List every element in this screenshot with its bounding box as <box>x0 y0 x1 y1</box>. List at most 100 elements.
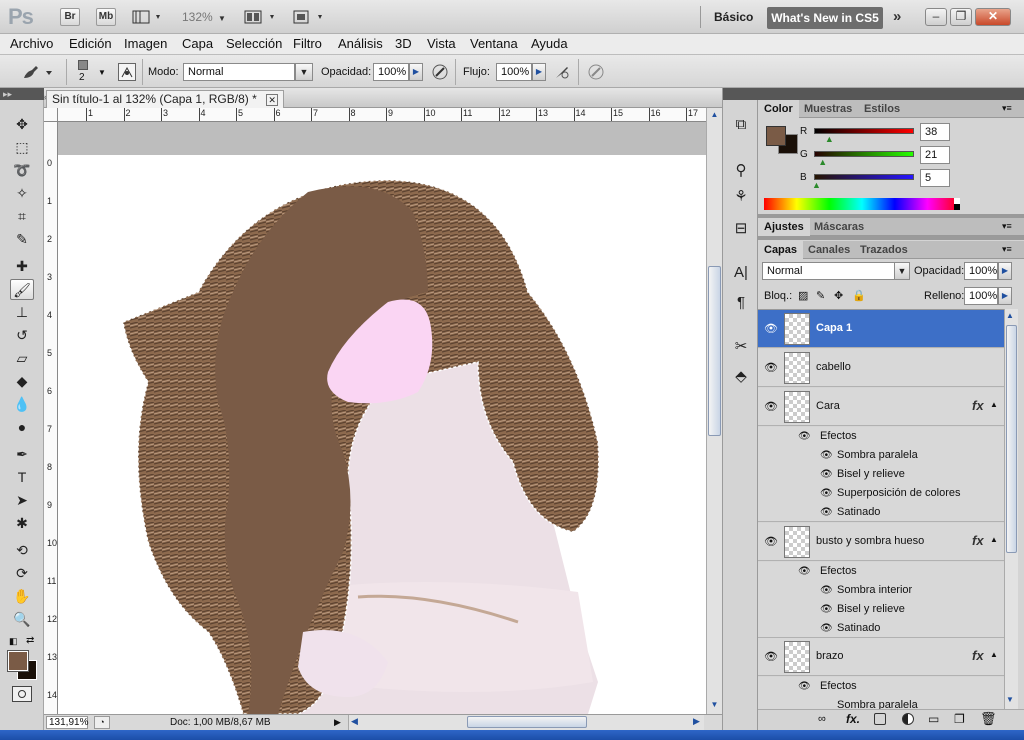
layer-row[interactable]: 👁 Cara fx ▲ <box>758 388 1004 426</box>
new-adjustment-layer-icon[interactable] <box>902 713 914 725</box>
visibility-eye-icon[interactable]: 👁 <box>820 484 833 503</box>
pressure-opacity-button[interactable] <box>431 63 449 81</box>
tab-layers[interactable]: Capas <box>758 241 804 259</box>
tool-preset-picker[interactable] <box>20 63 56 81</box>
horizontal-scrollbar[interactable]: ◀ ▶ <box>348 715 704 730</box>
status-menu-icon[interactable]: ◔ <box>94 716 110 729</box>
eraser-tool-icon[interactable]: ▱ <box>10 348 34 369</box>
layer-row[interactable]: 👁 Capa 1 <box>758 310 1004 348</box>
more-workspaces-icon[interactable]: » <box>893 8 901 25</box>
layer-effects-icon[interactable]: fx <box>972 398 984 413</box>
layers-scroll-thumb[interactable] <box>1006 325 1017 553</box>
shape-tool-icon[interactable]: ✱ <box>10 513 34 534</box>
effects-row[interactable]: 👁 Efectos <box>758 677 1004 696</box>
effect-row[interactable]: 👁 Sombra interior <box>758 581 1004 600</box>
visibility-eye-icon[interactable]: 👁 <box>820 465 833 484</box>
marquee-tool-icon[interactable]: ⬚ <box>10 137 34 158</box>
visibility-eye-icon[interactable]: 👁 <box>764 535 778 548</box>
history-panel-icon[interactable]: ⧉ <box>729 114 753 136</box>
document-tab[interactable]: Sin título-1 al 132% (Capa 1, RGB/8) * ✕ <box>46 90 285 108</box>
layer-effects-icon[interactable]: fx <box>972 533 984 548</box>
menu-edicion[interactable]: Edición <box>69 36 112 51</box>
menu-vista[interactable]: Vista <box>427 36 456 51</box>
layer-row[interactable]: 👁 cabello <box>758 349 1004 387</box>
delete-layer-icon[interactable]: 🗑 <box>980 711 997 727</box>
type-tool-icon[interactable]: T <box>10 467 34 488</box>
tab-color[interactable]: Color <box>758 100 799 118</box>
panel-menu-icon[interactable]: ▾≡ <box>1002 221 1012 232</box>
minimize-button[interactable]: – <box>925 8 947 26</box>
canvas[interactable] <box>58 122 706 714</box>
clone-stamp-tool-icon[interactable]: ⊥ <box>10 302 34 323</box>
tab-channels[interactable]: Canales <box>802 241 856 259</box>
fill-field[interactable]: 100% <box>964 287 998 305</box>
airbrush-button[interactable] <box>553 63 571 81</box>
menu-analisis[interactable]: Análisis <box>338 36 383 51</box>
pressure-size-button[interactable] <box>587 63 605 81</box>
green-slider-thumb[interactable]: ▲ <box>818 157 827 167</box>
effects-row[interactable]: 👁 Efectos <box>758 562 1004 581</box>
chevron-down-icon[interactable]: ▼ <box>295 63 313 81</box>
effects-row[interactable]: 👁 Efectos <box>758 427 1004 446</box>
visibility-eye-icon[interactable]: 👁 <box>820 581 833 600</box>
collapsed-dock-header[interactable] <box>723 88 759 100</box>
lasso-tool-icon[interactable]: ➰ <box>10 160 34 181</box>
add-mask-icon[interactable] <box>874 713 886 725</box>
3d-rotate-tool-icon[interactable]: ⟲ <box>10 540 34 561</box>
spot-healing-tool-icon[interactable]: ✚ <box>10 256 34 277</box>
tool-presets-panel-icon[interactable]: ⊟ <box>729 218 753 240</box>
paint-bucket-tool-icon[interactable]: ◆ <box>10 371 34 392</box>
link-layers-icon[interactable]: ∞ <box>818 713 826 725</box>
visibility-eye-icon[interactable]: 👁 <box>764 361 778 374</box>
view-extras-button[interactable] <box>132 9 164 25</box>
panel-menu-icon[interactable]: ▾≡ <box>1002 103 1012 114</box>
opacity-field[interactable]: 100% <box>373 63 409 81</box>
quick-selection-tool-icon[interactable]: ✧ <box>10 183 34 204</box>
effect-row[interactable]: 👁 Sombra paralela <box>758 446 1004 465</box>
scroll-down-icon[interactable]: ▼ <box>1006 695 1014 704</box>
scroll-up-icon[interactable]: ▲ <box>708 108 721 122</box>
layer-row[interactable]: 👁 busto y sombra hueso fx ▲ <box>758 523 1004 561</box>
tab-adjustments[interactable]: Ajustes <box>758 218 810 236</box>
opacity-slider-toggle[interactable]: ▶ <box>409 63 423 81</box>
pen-tool-icon[interactable]: ✒ <box>10 444 34 465</box>
zoom-field[interactable]: 131,91% <box>46 716 88 729</box>
panel-menu-icon[interactable]: ▾≡ <box>1002 244 1012 255</box>
history-brush-tool-icon[interactable]: ↺ <box>10 325 34 346</box>
visibility-eye-icon[interactable]: 👁 <box>764 400 778 413</box>
menu-imagen[interactable]: Imagen <box>124 36 167 51</box>
animation-panel-icon[interactable]: ⬘ <box>729 366 753 388</box>
red-value-field[interactable]: 38 <box>920 123 950 141</box>
scroll-up-icon[interactable]: ▲ <box>1006 311 1014 320</box>
swap-colors-icon[interactable]: ⇄ <box>26 635 34 646</box>
visibility-eye-icon[interactable]: 👁 <box>798 562 811 581</box>
dodge-tool-icon[interactable]: ● <box>10 417 34 438</box>
layer-opacity-field[interactable]: 100% <box>964 262 998 280</box>
effect-row[interactable]: 👁 Satinado <box>758 503 1004 522</box>
menu-capa[interactable]: Capa <box>182 36 213 51</box>
effect-row[interactable]: 👁 Bisel y relieve <box>758 600 1004 619</box>
arrange-documents-button[interactable] <box>244 9 278 25</box>
new-layer-icon[interactable]: ❐ <box>954 712 965 726</box>
lock-all-icon[interactable]: 🔒 <box>852 289 866 302</box>
workspace-basic[interactable]: Básico <box>714 10 753 24</box>
black-swatch[interactable] <box>954 204 960 210</box>
blur-tool-icon[interactable]: 💧 <box>10 394 34 415</box>
path-selection-tool-icon[interactable]: ➤ <box>10 490 34 511</box>
effect-row[interactable]: 👁 Superposición de colores <box>758 484 1004 503</box>
add-layer-style-icon[interactable]: fx. <box>846 712 860 726</box>
mode-select[interactable]: Normal <box>183 63 295 81</box>
tab-styles[interactable]: Estilos <box>858 100 906 118</box>
menu-seleccion[interactable]: Selección <box>226 36 282 51</box>
tab-swatches[interactable]: Muestras <box>798 100 858 118</box>
layer-effects-icon[interactable]: fx <box>972 648 984 663</box>
scroll-down-icon[interactable]: ▼ <box>708 698 721 712</box>
blue-slider-thumb[interactable]: ▲ <box>812 180 821 190</box>
collapse-effects-icon[interactable]: ▲ <box>990 400 998 409</box>
visibility-eye-icon[interactable]: 👁 <box>764 322 778 335</box>
green-value-field[interactable]: 21 <box>920 146 950 164</box>
lock-pixels-icon[interactable]: ✎ <box>816 289 825 302</box>
brush-presets-panel-icon[interactable]: ⚲ <box>729 160 753 182</box>
foreground-color-swatch[interactable] <box>766 126 786 146</box>
scroll-right-icon[interactable]: ▶ <box>693 716 700 727</box>
